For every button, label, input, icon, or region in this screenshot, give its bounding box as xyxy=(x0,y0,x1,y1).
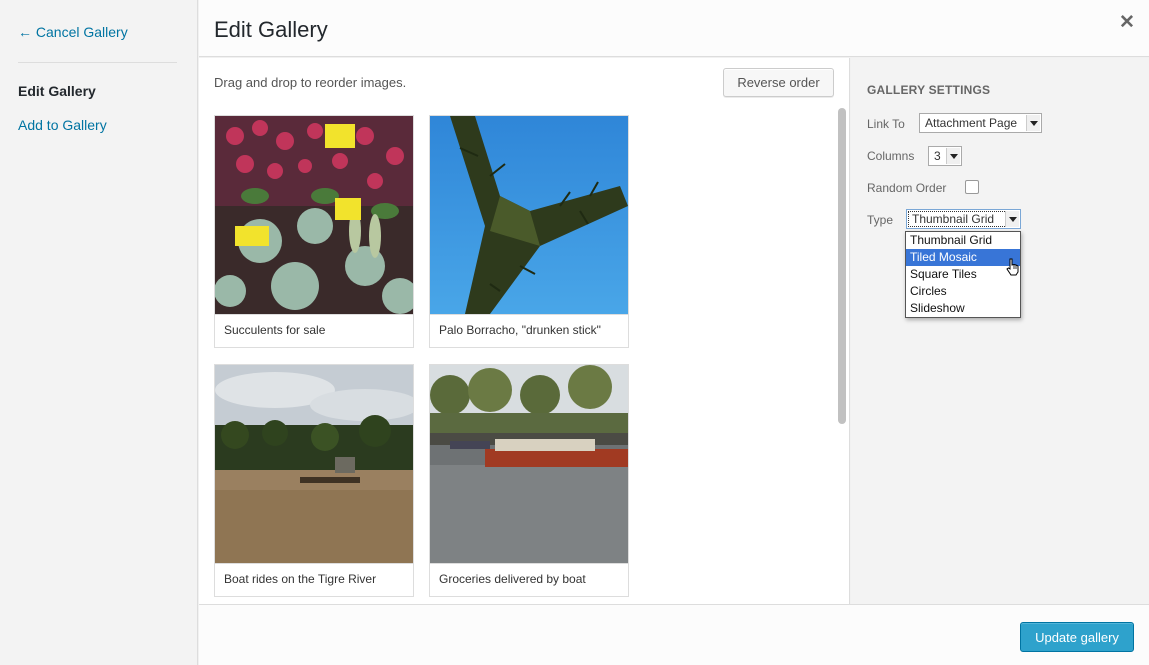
link-to-label: Link To xyxy=(867,117,905,131)
cancel-gallery-link[interactable]: ← Cancel Gallery xyxy=(18,24,128,40)
succulents-photo[interactable] xyxy=(215,116,413,314)
gallery-content: Drag and drop to reorder images. Reverse… xyxy=(199,58,850,604)
media-sidebar: ← Cancel Gallery Edit Gallery Add to Gal… xyxy=(0,0,198,665)
chevron-down-icon xyxy=(1005,211,1019,227)
reverse-order-button[interactable]: Reverse order xyxy=(723,68,834,97)
link-to-select[interactable]: Attachment Page xyxy=(919,113,1042,133)
gallery-item[interactable]: Succulents for sale xyxy=(214,115,414,348)
type-select[interactable]: Thumbnail Grid xyxy=(906,209,1021,229)
river-boat-photo[interactable] xyxy=(430,365,628,563)
scrollbar-thumb[interactable] xyxy=(838,108,846,424)
page-title: Edit Gallery xyxy=(214,17,328,42)
chevron-down-icon xyxy=(1026,115,1040,131)
type-dropdown: Thumbnail Grid Tiled Mosaic Square Tiles… xyxy=(905,231,1021,318)
image-caption[interactable]: Boat rides on the Tigre River xyxy=(215,563,413,597)
image-caption[interactable]: Succulents for sale xyxy=(215,314,413,348)
update-gallery-button[interactable]: Update gallery xyxy=(1020,622,1134,652)
type-option-square-tiles[interactable]: Square Tiles xyxy=(906,266,1020,283)
settings-heading: GALLERY SETTINGS xyxy=(867,83,991,97)
modal-footer: Update gallery xyxy=(199,604,1149,665)
columns-value: 3 xyxy=(934,149,941,163)
gallery-item[interactable]: Boat rides on the Tigre River xyxy=(214,364,414,597)
gallery-item[interactable]: Palo Borracho, "drunken stick" xyxy=(429,115,629,348)
type-label: Type xyxy=(867,213,894,227)
columns-label: Columns xyxy=(867,149,915,163)
river-dock-photo[interactable] xyxy=(215,365,413,563)
cactus-branch-photo[interactable] xyxy=(430,116,628,314)
random-order-checkbox[interactable] xyxy=(965,180,979,194)
link-to-value: Attachment Page xyxy=(925,116,1018,130)
reorder-instructions: Drag and drop to reorder images. xyxy=(214,75,407,90)
random-order-label: Random Order xyxy=(867,181,947,195)
type-value: Thumbnail Grid xyxy=(912,212,995,226)
chevron-down-icon xyxy=(946,148,960,164)
type-option-slideshow[interactable]: Slideshow xyxy=(906,300,1020,317)
image-caption[interactable]: Groceries delivered by boat xyxy=(430,563,628,597)
type-option-circles[interactable]: Circles xyxy=(906,283,1020,300)
type-option-thumbnail-grid[interactable]: Thumbnail Grid xyxy=(906,232,1020,249)
hand-pointer-icon xyxy=(1006,258,1020,281)
sidebar-item-edit-gallery[interactable]: Edit Gallery xyxy=(18,83,96,99)
columns-select[interactable]: 3 xyxy=(928,146,962,166)
type-option-tiled-mosaic[interactable]: Tiled Mosaic xyxy=(906,249,1020,266)
close-icon[interactable]: ✕ xyxy=(1119,13,1135,33)
image-caption[interactable]: Palo Borracho, "drunken stick" xyxy=(430,314,628,348)
gallery-settings-panel: GALLERY SETTINGS Link To Attachment Page… xyxy=(851,58,1149,604)
sidebar-divider xyxy=(18,62,177,63)
gallery-item[interactable]: Groceries delivered by boat xyxy=(429,364,629,597)
content-scrollbar[interactable] xyxy=(836,108,848,604)
sidebar-item-add-to-gallery[interactable]: Add to Gallery xyxy=(18,117,107,133)
modal-header: Edit Gallery ✕ xyxy=(199,0,1149,57)
